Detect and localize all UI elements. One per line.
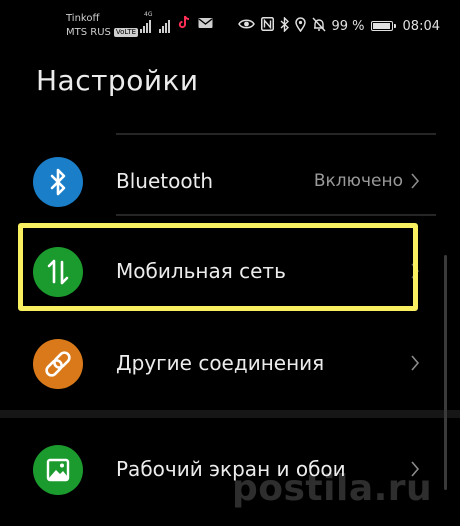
settings-item-label: Bluetooth	[116, 169, 214, 193]
network-type-tag: 4G	[144, 11, 153, 18]
section-divider	[0, 410, 460, 418]
signal-icon	[159, 20, 170, 33]
clock: 08:04	[402, 18, 440, 34]
battery-percent: 99 %	[331, 18, 365, 34]
status-icons-left: 4G	[140, 11, 213, 33]
status-icons-right: 99 % 08:04	[237, 15, 440, 36]
signal-icon: 4G	[140, 11, 152, 33]
settings-item-value: Включено	[313, 171, 403, 191]
location-icon	[294, 16, 306, 36]
chevron-right-icon	[410, 355, 420, 375]
wallpaper-icon	[33, 445, 83, 495]
mail-icon	[198, 14, 213, 33]
settings-item-bluetooth[interactable]: Bluetooth Включено	[0, 150, 460, 210]
carrier-info: Tinkoff MTS RUS VoLTE	[66, 12, 139, 40]
bluetooth-icon	[280, 15, 289, 36]
settings-item-other-connections[interactable]: Другие соединения	[0, 332, 460, 392]
nfc-icon	[260, 17, 274, 35]
list-divider	[116, 214, 436, 216]
watermark: postila.ru	[232, 468, 433, 509]
volte-badge: VoLTE	[113, 28, 139, 37]
mute-icon	[311, 17, 326, 36]
eye-icon	[237, 18, 255, 34]
link-icon	[33, 339, 83, 389]
carrier-name-2: MTS RUS	[66, 27, 111, 38]
bluetooth-icon	[33, 157, 83, 207]
battery-icon	[370, 21, 396, 31]
page-title: Настройки	[36, 64, 199, 97]
carrier-name-1: Tinkoff	[66, 13, 100, 24]
battery-level-fill	[372, 23, 391, 29]
highlight-frame	[18, 223, 418, 311]
tiktok-icon	[178, 14, 190, 33]
carrier-line-2: MTS RUS VoLTE	[66, 26, 139, 40]
chevron-right-icon	[410, 173, 420, 193]
status-bar: Tinkoff MTS RUS VoLTE 4G 99 % 08:04	[0, 0, 460, 44]
header-divider	[116, 133, 436, 135]
scrollbar[interactable]	[444, 255, 447, 490]
settings-item-label: Другие соединения	[116, 351, 325, 375]
